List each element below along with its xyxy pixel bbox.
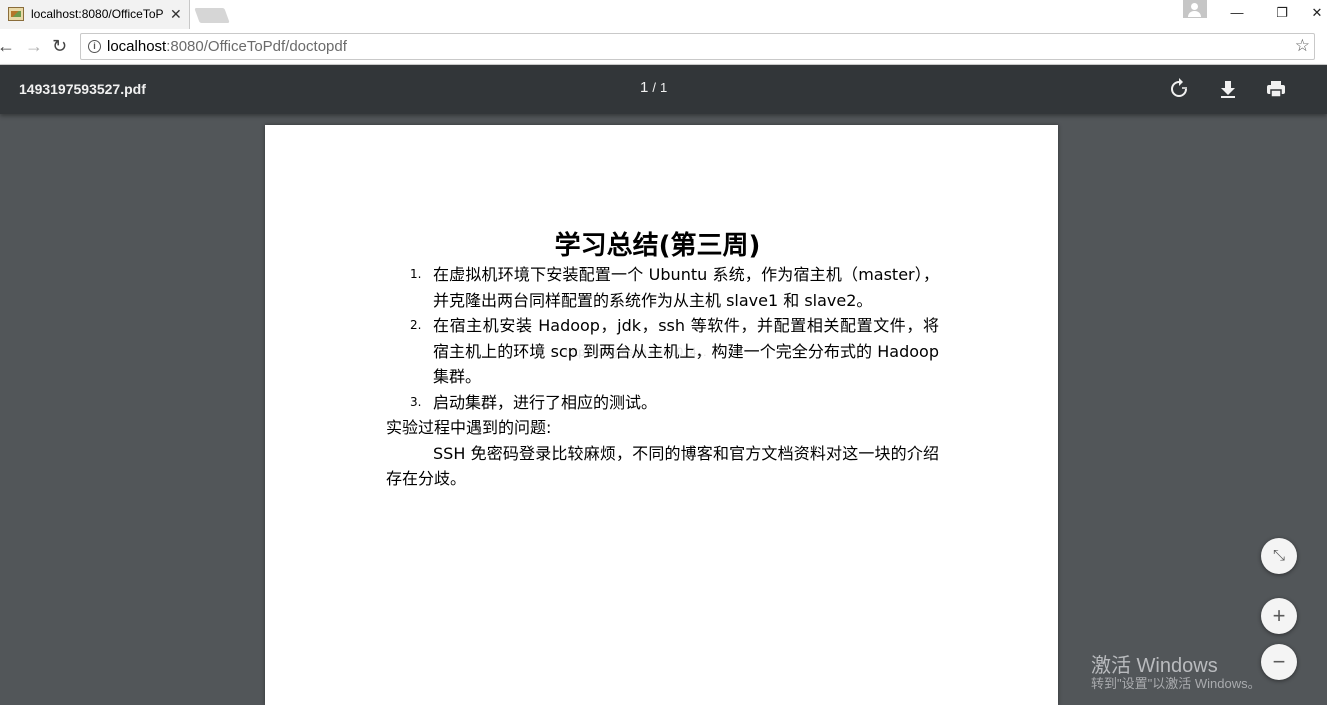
tab-strip: localhost:8080/OfficeToPdf/doctopdf ✕ — … [0, 0, 1327, 29]
url-host: localhost [107, 38, 167, 55]
back-icon[interactable]: ← [0, 36, 15, 56]
url-path: :8080/OfficeToPdf/doctopdf [166, 38, 347, 55]
maximize-button[interactable]: ❐ [1272, 4, 1292, 22]
list-number: 1. [410, 267, 422, 281]
list-text: 启动集群，进行了相应的测试。 [433, 392, 658, 412]
close-tab-icon[interactable]: ✕ [170, 5, 182, 23]
list-number: 2. [410, 318, 422, 332]
window-close-button[interactable]: ✕ [1307, 4, 1327, 22]
page-separator: / [652, 80, 656, 95]
bookmark-star-icon[interactable]: ☆ [1295, 36, 1310, 56]
pdf-page: http://blog.csdn.net/u014... 学习总结(第三周) 1… [265, 125, 1058, 705]
browser-toolbar: ← → ↻ i localhost:8080/OfficeToPdf/docto… [0, 29, 1327, 65]
new-tab-button[interactable] [194, 8, 230, 23]
document-body: 1. 在虚拟机环境下安装配置一个 Ubuntu 系统，作为宿主机（master）… [386, 262, 939, 492]
profile-icon[interactable] [1183, 0, 1207, 18]
tab-title: localhost:8080/OfficeToPdf/doctopdf [31, 7, 163, 21]
reload-icon[interactable]: ↻ [52, 36, 67, 56]
section-heading: 实验过程中遇到的问题: [386, 418, 552, 437]
list-text: 在虚拟机环境下安装配置一个 Ubuntu 系统，作为宿主机（master），并克… [433, 265, 939, 310]
print-icon[interactable] [1264, 77, 1288, 101]
info-icon[interactable]: i [88, 40, 101, 53]
minimize-button[interactable]: — [1227, 4, 1247, 22]
activate-windows-hint: 转到"设置"以激活 Windows。 [1091, 676, 1261, 691]
current-page-number[interactable]: 1 [640, 79, 648, 96]
favicon-icon [8, 7, 24, 21]
address-bar[interactable]: i localhost:8080/OfficeToPdf/doctopdf ☆ [80, 33, 1315, 60]
download-icon[interactable] [1216, 77, 1240, 101]
list-number: 3. [410, 394, 422, 409]
total-pages: 1 [659, 80, 668, 95]
list-item: 1. 在虚拟机环境下安装配置一个 Ubuntu 系统，作为宿主机（master）… [386, 262, 939, 313]
forward-icon[interactable]: → [25, 36, 43, 56]
browser-tab[interactable]: localhost:8080/OfficeToPdf/doctopdf ✕ [0, 0, 190, 29]
page-indicator: 1/1 [640, 79, 667, 96]
zoom-out-button[interactable]: − [1261, 644, 1297, 680]
list-item: 2. 在宿主机安装 Hadoop，jdk，ssh 等软件，并配置相关配置文件，将… [386, 313, 939, 390]
document-title: 学习总结(第三周) [554, 231, 761, 261]
fit-to-page-button[interactable]: ⤡ [1261, 538, 1297, 574]
zoom-in-button[interactable]: + [1261, 598, 1297, 634]
pdf-filename: 1493197593527.pdf [19, 81, 146, 97]
pdf-toolbar: 1493197593527.pdf 1/1 [0, 65, 1327, 114]
paragraph: SSH 免密码登录比较麻烦，不同的博客和官方文档资料对这一块的介绍存在分歧。 [386, 443, 939, 489]
list-text: 在宿主机安装 Hadoop，jdk，ssh 等软件，并配置相关配置文件，将宿主机… [433, 316, 939, 386]
list-item: 3. 启动集群，进行了相应的测试。 [386, 390, 939, 416]
url-text[interactable]: localhost:8080/OfficeToPdf/doctopdf [107, 38, 347, 55]
rotate-icon[interactable] [1167, 77, 1191, 101]
